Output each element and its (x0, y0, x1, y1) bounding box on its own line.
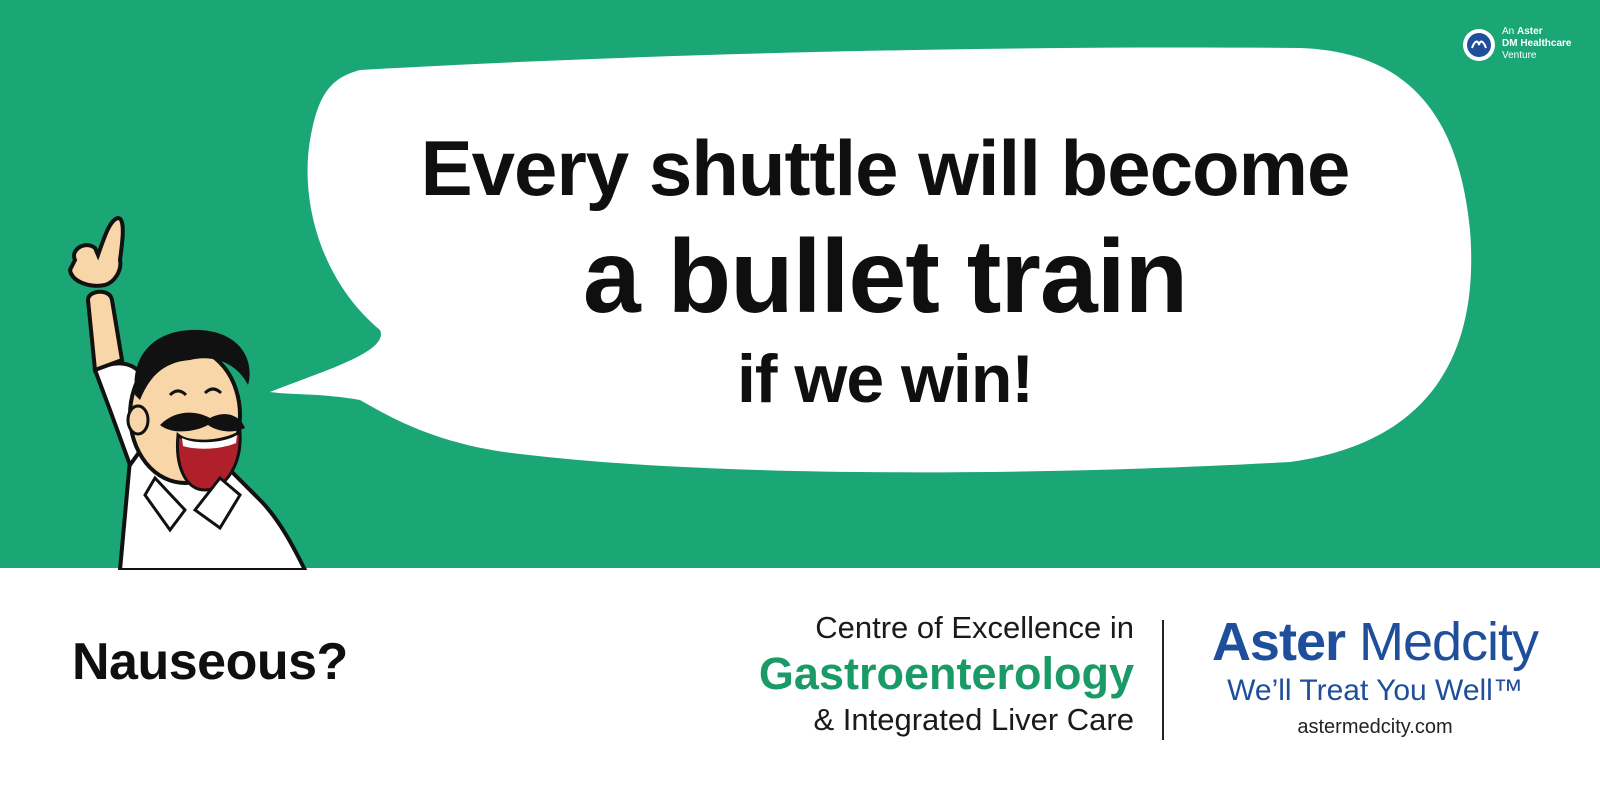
aster-dm-venture-badge: An Aster DM Healthcare Venture (1462, 26, 1592, 66)
centre-of-excellence-text: Centre of Excellence in Gastroenterology… (660, 608, 1134, 740)
footer-divider (1162, 620, 1164, 740)
brand-tagline: We’ll Treat You Well™ (1227, 674, 1523, 707)
headline: Every shuttle will become a bullet train… (340, 118, 1430, 422)
brand-website: astermedcity.com (1297, 716, 1453, 738)
cartoon-man-thumbs-up (67, 215, 308, 570)
coe-line-3: & Integrated Liver Care (813, 702, 1134, 737)
headline-line-1: Every shuttle will become (420, 124, 1351, 212)
headline-line-2: a bullet train (582, 219, 1188, 335)
coe-line-1: Centre of Excellence in (815, 610, 1134, 645)
aster-medcity-logo: Aster Medcity We’ll Treat You Well™ aste… (1180, 612, 1570, 742)
brand-name: Aster Medcity (1211, 612, 1539, 672)
nauseous-question: Nauseous? (72, 633, 348, 691)
headline-line-3: if we win! (737, 341, 1034, 417)
venture-text: An Aster DM Healthcare Venture (1502, 26, 1572, 61)
aster-seal-icon (1463, 29, 1495, 61)
coe-specialty: Gastroenterology (758, 648, 1134, 699)
